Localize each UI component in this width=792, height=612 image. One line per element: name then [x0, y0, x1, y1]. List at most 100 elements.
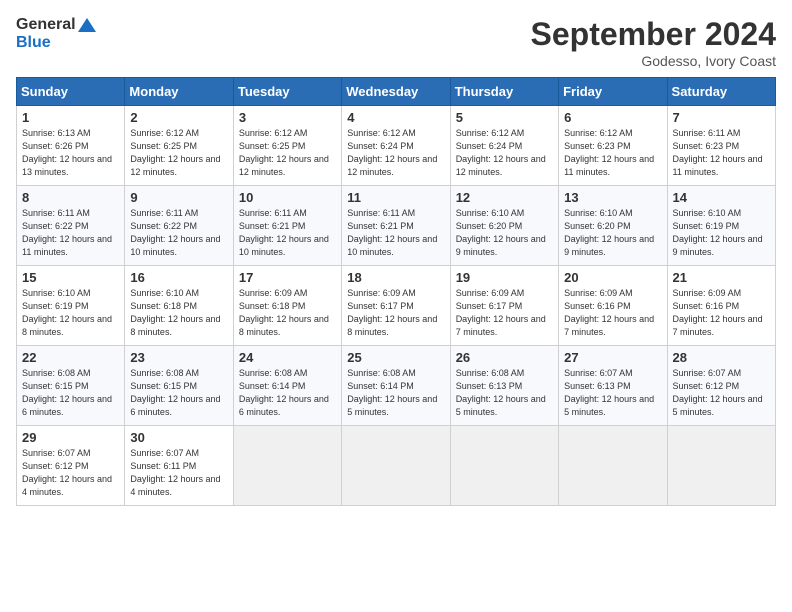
calendar-cell: 11Sunrise: 6:11 AMSunset: 6:21 PMDayligh…: [342, 186, 450, 266]
day-info: Sunrise: 6:09 AMSunset: 6:18 PMDaylight:…: [239, 287, 336, 339]
day-info: Sunrise: 6:09 AMSunset: 6:17 PMDaylight:…: [347, 287, 444, 339]
col-header-sunday: Sunday: [17, 78, 125, 106]
day-number: 1: [22, 110, 119, 125]
calendar-cell: [667, 426, 775, 506]
calendar-cell: 1Sunrise: 6:13 AMSunset: 6:26 PMDaylight…: [17, 106, 125, 186]
col-header-wednesday: Wednesday: [342, 78, 450, 106]
title-block: September 2024 Godesso, Ivory Coast: [531, 16, 776, 69]
day-number: 9: [130, 190, 227, 205]
calendar-cell: 3Sunrise: 6:12 AMSunset: 6:25 PMDaylight…: [233, 106, 341, 186]
calendar-cell: 8 Sunrise: 6:11 AMSunset: 6:22 PMDaylight…: [17, 186, 125, 266]
day-number: 27: [564, 350, 661, 365]
day-number: 15: [22, 270, 119, 285]
day-info: Sunrise: 6:11 AMSunset: 6:21 PMDaylight:…: [347, 207, 444, 259]
calendar-cell: 26 Sunrise: 6:08 AMSunset: 6:13 PMDayligh…: [450, 346, 558, 426]
calendar-cell: 17 Sunrise: 6:09 AMSunset: 6:18 PMDayligh…: [233, 266, 341, 346]
calendar-cell: 14 Sunrise: 6:10 AMSunset: 6:19 PMDayligh…: [667, 186, 775, 266]
day-number: 24: [239, 350, 336, 365]
day-info: Sunrise: 6:10 AMSunset: 6:18 PMDaylight:…: [130, 287, 227, 339]
day-number: 2: [130, 110, 227, 125]
col-header-saturday: Saturday: [667, 78, 775, 106]
day-number: 30: [130, 430, 227, 445]
day-info: Sunrise: 6:10 AMSunset: 6:20 PMDaylight:…: [564, 207, 661, 259]
calendar-week-1: 1Sunrise: 6:13 AMSunset: 6:26 PMDaylight…: [17, 106, 776, 186]
day-number: 19: [456, 270, 553, 285]
day-info: Sunrise: 6:08 AMSunset: 6:15 PMDaylight:…: [22, 367, 119, 419]
day-number: 4: [347, 110, 444, 125]
day-number: 25: [347, 350, 444, 365]
day-number: 26: [456, 350, 553, 365]
day-number: 17: [239, 270, 336, 285]
calendar-cell: 30 Sunrise: 6:07 AMSunset: 6:11 PMDayligh…: [125, 426, 233, 506]
calendar-cell: 24 Sunrise: 6:08 AMSunset: 6:14 PMDayligh…: [233, 346, 341, 426]
day-info: Sunrise: 6:11 AMSunset: 6:22 PMDaylight:…: [130, 207, 227, 259]
day-number: 18: [347, 270, 444, 285]
logo-general: General: [16, 16, 76, 34]
day-number: 16: [130, 270, 227, 285]
calendar-cell: [450, 426, 558, 506]
day-info: Sunrise: 6:10 AMSunset: 6:19 PMDaylight:…: [22, 287, 119, 339]
calendar-week-4: 22 Sunrise: 6:08 AMSunset: 6:15 PMDayligh…: [17, 346, 776, 426]
day-number: 10: [239, 190, 336, 205]
day-number: 6: [564, 110, 661, 125]
col-header-friday: Friday: [559, 78, 667, 106]
calendar-cell: 21 Sunrise: 6:09 AMSunset: 6:16 PMDayligh…: [667, 266, 775, 346]
calendar-week-5: 29 Sunrise: 6:07 AMSunset: 6:12 PMDayligh…: [17, 426, 776, 506]
day-number: 21: [673, 270, 770, 285]
day-number: 23: [130, 350, 227, 365]
calendar-cell: 15 Sunrise: 6:10 AMSunset: 6:19 PMDayligh…: [17, 266, 125, 346]
day-number: 13: [564, 190, 661, 205]
day-info: Sunrise: 6:11 AMSunset: 6:22 PMDaylight:…: [22, 207, 119, 259]
col-header-monday: Monday: [125, 78, 233, 106]
calendar-cell: 12Sunrise: 6:10 AMSunset: 6:20 PMDayligh…: [450, 186, 558, 266]
day-info: Sunrise: 6:07 AMSunset: 6:12 PMDaylight:…: [22, 447, 119, 499]
day-info: Sunrise: 6:12 AMSunset: 6:25 PMDaylight:…: [239, 127, 336, 179]
day-info: Sunrise: 6:08 AMSunset: 6:13 PMDaylight:…: [456, 367, 553, 419]
calendar-cell: [559, 426, 667, 506]
day-info: Sunrise: 6:07 AMSunset: 6:12 PMDaylight:…: [673, 367, 770, 419]
calendar-cell: 22 Sunrise: 6:08 AMSunset: 6:15 PMDayligh…: [17, 346, 125, 426]
calendar-cell: 10Sunrise: 6:11 AMSunset: 6:21 PMDayligh…: [233, 186, 341, 266]
calendar-cell: 9 Sunrise: 6:11 AMSunset: 6:22 PMDaylight…: [125, 186, 233, 266]
page-header: General Blue September 2024 Godesso, Ivo…: [16, 16, 776, 69]
calendar-cell: 6 Sunrise: 6:12 AMSunset: 6:23 PMDaylight…: [559, 106, 667, 186]
logo: General Blue: [16, 16, 96, 51]
day-info: Sunrise: 6:07 AMSunset: 6:13 PMDaylight:…: [564, 367, 661, 419]
day-info: Sunrise: 6:09 AMSunset: 6:16 PMDaylight:…: [673, 287, 770, 339]
calendar-cell: 29 Sunrise: 6:07 AMSunset: 6:12 PMDayligh…: [17, 426, 125, 506]
day-info: Sunrise: 6:09 AMSunset: 6:16 PMDaylight:…: [564, 287, 661, 339]
day-info: Sunrise: 6:09 AMSunset: 6:17 PMDaylight:…: [456, 287, 553, 339]
calendar-cell: 16 Sunrise: 6:10 AMSunset: 6:18 PMDayligh…: [125, 266, 233, 346]
calendar-week-2: 8 Sunrise: 6:11 AMSunset: 6:22 PMDaylight…: [17, 186, 776, 266]
day-number: 29: [22, 430, 119, 445]
day-number: 14: [673, 190, 770, 205]
day-number: 22: [22, 350, 119, 365]
calendar-cell: 25 Sunrise: 6:08 AMSunset: 6:14 PMDayligh…: [342, 346, 450, 426]
day-info: Sunrise: 6:08 AMSunset: 6:14 PMDaylight:…: [347, 367, 444, 419]
location-subtitle: Godesso, Ivory Coast: [531, 53, 776, 69]
day-info: Sunrise: 6:12 AMSunset: 6:25 PMDaylight:…: [130, 127, 227, 179]
logo-bird-icon: [78, 18, 96, 32]
calendar-cell: 20 Sunrise: 6:09 AMSunset: 6:16 PMDayligh…: [559, 266, 667, 346]
calendar-week-3: 15 Sunrise: 6:10 AMSunset: 6:19 PMDayligh…: [17, 266, 776, 346]
calendar-cell: 28 Sunrise: 6:07 AMSunset: 6:12 PMDayligh…: [667, 346, 775, 426]
day-number: 8: [22, 190, 119, 205]
day-number: 12: [456, 190, 553, 205]
day-info: Sunrise: 6:12 AMSunset: 6:24 PMDaylight:…: [456, 127, 553, 179]
calendar-cell: [342, 426, 450, 506]
logo-container: General Blue: [16, 16, 96, 51]
day-info: Sunrise: 6:08 AMSunset: 6:14 PMDaylight:…: [239, 367, 336, 419]
calendar-table: SundayMondayTuesdayWednesdayThursdayFrid…: [16, 77, 776, 506]
day-number: 28: [673, 350, 770, 365]
calendar-cell: [233, 426, 341, 506]
calendar-cell: 19 Sunrise: 6:09 AMSunset: 6:17 PMDayligh…: [450, 266, 558, 346]
calendar-cell: 4Sunrise: 6:12 AMSunset: 6:24 PMDaylight…: [342, 106, 450, 186]
day-number: 20: [564, 270, 661, 285]
day-info: Sunrise: 6:07 AMSunset: 6:11 PMDaylight:…: [130, 447, 227, 499]
calendar-cell: 18 Sunrise: 6:09 AMSunset: 6:17 PMDayligh…: [342, 266, 450, 346]
day-info: Sunrise: 6:10 AMSunset: 6:19 PMDaylight:…: [673, 207, 770, 259]
calendar-cell: 13 Sunrise: 6:10 AMSunset: 6:20 PMDayligh…: [559, 186, 667, 266]
day-info: Sunrise: 6:11 AMSunset: 6:23 PMDaylight:…: [673, 127, 770, 179]
day-info: Sunrise: 6:12 AMSunset: 6:23 PMDaylight:…: [564, 127, 661, 179]
month-title: September 2024: [531, 16, 776, 53]
